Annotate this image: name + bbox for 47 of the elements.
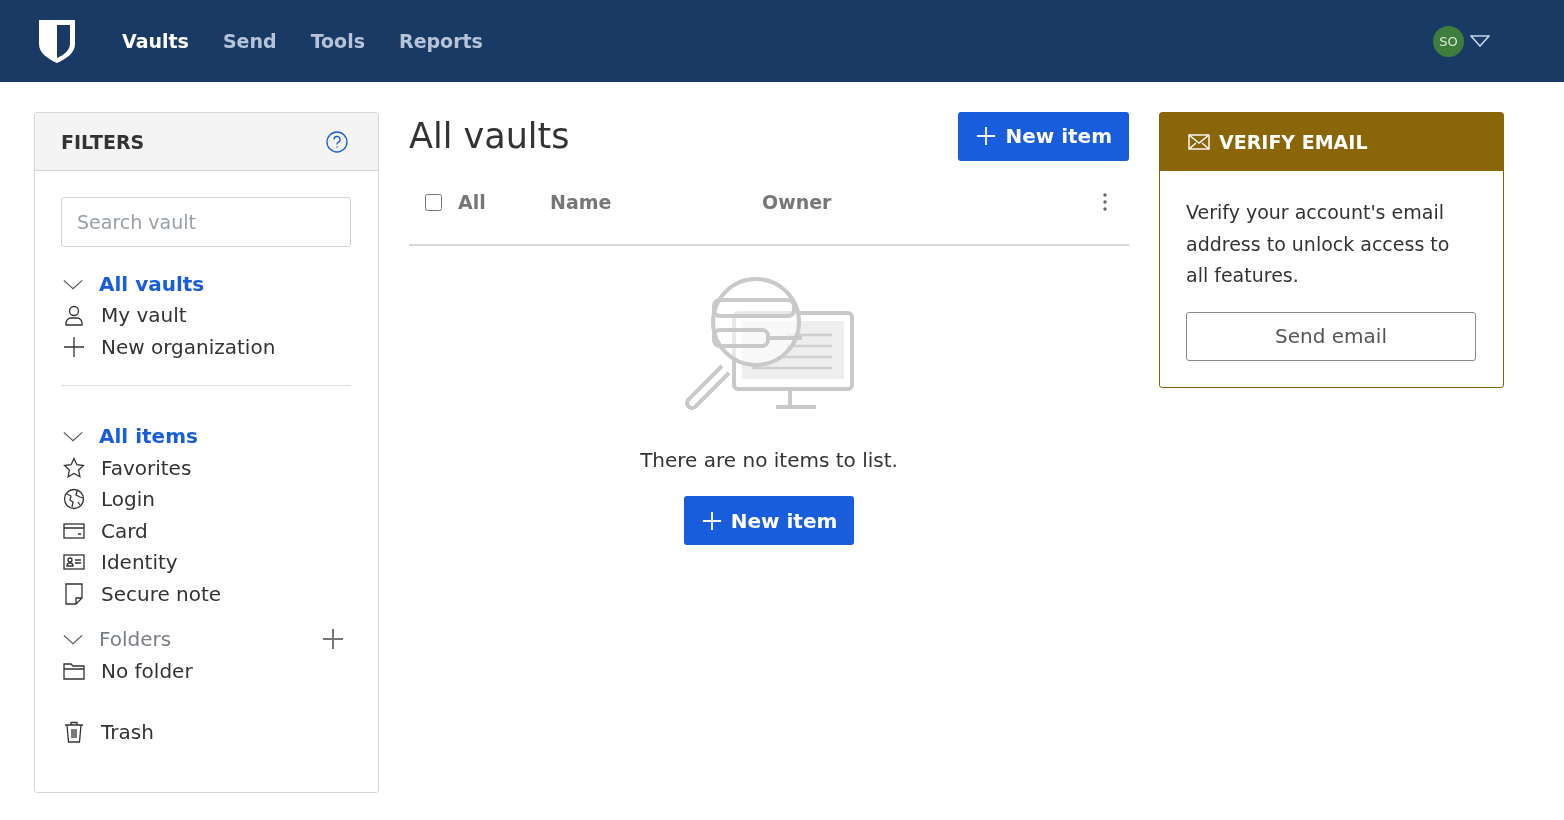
panel-title: FILTERS	[61, 130, 145, 153]
filter-heading[interactable]: Folders	[99, 627, 172, 652]
search-field[interactable]: Search vault	[61, 197, 351, 247]
more-options-icon[interactable]	[1103, 193, 1107, 211]
filter-item[interactable]: Identity	[101, 550, 178, 575]
plus-icon	[976, 126, 997, 146]
filter-item[interactable]: My vault	[101, 303, 187, 328]
folder-icon	[63, 661, 85, 680]
filter-item[interactable]: Secure note	[101, 581, 222, 606]
help-icon[interactable]	[326, 130, 348, 153]
nav-link[interactable]: Send	[222, 30, 277, 52]
note-icon	[63, 582, 85, 605]
empty-message: There are no items to list.	[640, 448, 898, 472]
nav-link[interactable]: Vaults	[122, 30, 189, 52]
shield-logo[interactable]	[36, 18, 78, 64]
send-email-button[interactable]: Send email	[1186, 311, 1476, 361]
column-header[interactable]: Name	[550, 191, 762, 213]
nav-link[interactable]: Reports	[399, 30, 483, 52]
filter-item[interactable]: Card	[101, 518, 148, 543]
card-title: VERIFY EMAIL	[1219, 131, 1368, 153]
filter-item[interactable]: Login	[101, 487, 155, 512]
card-icon	[63, 522, 85, 539]
column-header[interactable]: All	[458, 191, 550, 213]
globe-icon	[63, 488, 85, 511]
verify-text: Verify your account's email address to unlock access to all features.	[1186, 200, 1451, 288]
column-header[interactable]: Owner	[762, 191, 1062, 213]
select-all-checkbox[interactable]	[425, 193, 442, 211]
plus-icon	[63, 335, 85, 358]
nav-link[interactable]: Tools	[310, 30, 365, 52]
filter-item[interactable]: No folder	[101, 658, 193, 683]
filter-heading[interactable]: All vaults	[99, 271, 205, 296]
filter-item[interactable]: New organization	[101, 334, 276, 359]
trash-icon	[63, 721, 85, 744]
user-icon	[63, 304, 85, 327]
caret-icon[interactable]	[1470, 35, 1490, 47]
filter-item[interactable]: Trash	[101, 720, 154, 745]
new-item-button[interactable]: New item	[958, 111, 1129, 161]
avatar[interactable]: SO	[1433, 25, 1464, 57]
plus-icon	[701, 510, 722, 531]
plus-icon	[322, 628, 344, 651]
envelope-icon	[1188, 134, 1210, 150]
id-card-icon	[63, 554, 85, 571]
filter-item[interactable]: Favorites	[101, 455, 192, 480]
star-icon	[63, 456, 85, 479]
filter-heading[interactable]: All items	[99, 424, 198, 449]
page-title: All vaults	[409, 116, 570, 156]
new-item-button[interactable]: New item	[683, 496, 855, 545]
